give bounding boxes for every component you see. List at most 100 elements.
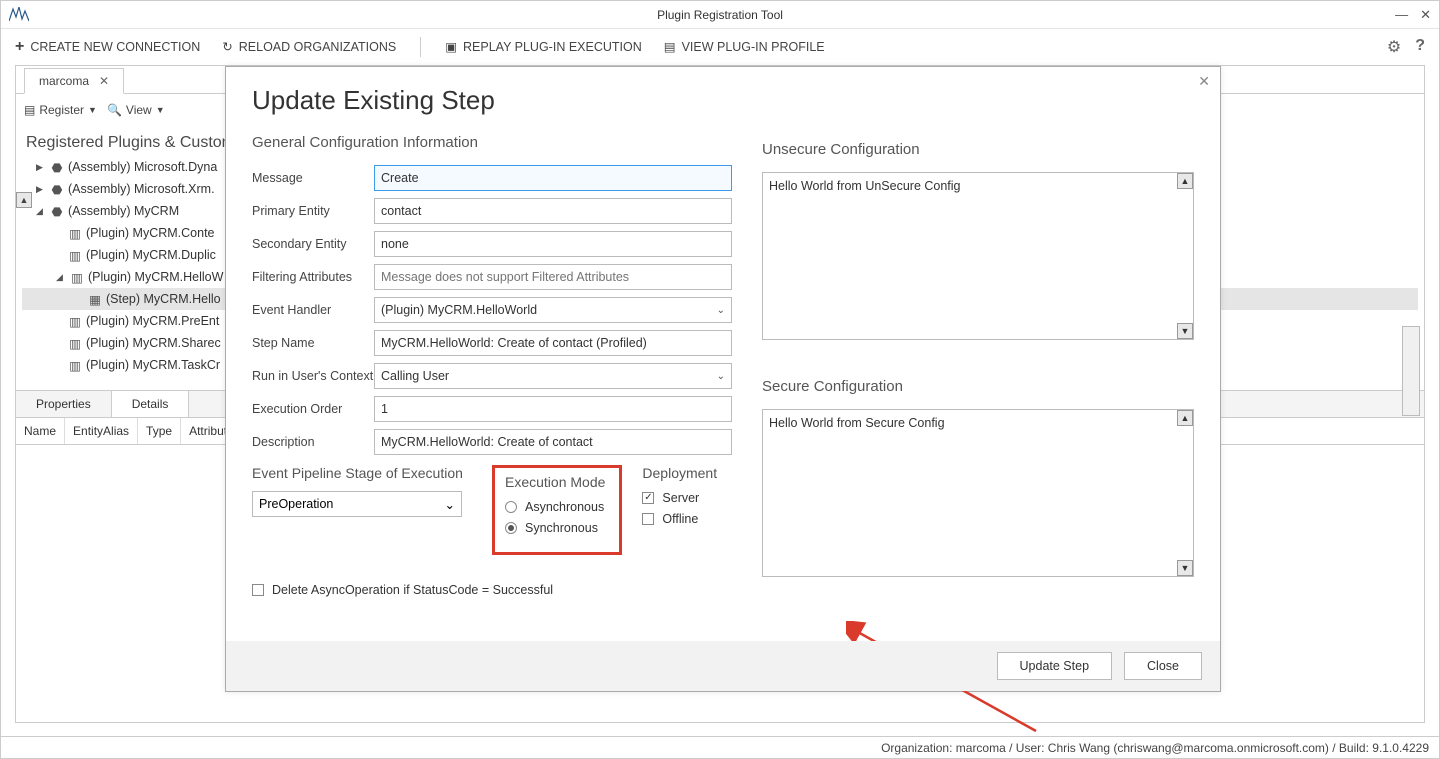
execution-order-label: Execution Order xyxy=(252,402,374,416)
description-input[interactable] xyxy=(374,429,732,455)
async-radio-row[interactable]: Asynchronous xyxy=(505,500,605,514)
radio-icon xyxy=(505,501,517,513)
checkbox-icon xyxy=(252,584,264,596)
plugin-icon: ▥ xyxy=(68,248,82,262)
delete-asyncop-row[interactable]: Delete AsyncOperation if StatusCode = Su… xyxy=(252,583,732,597)
checkbox-icon xyxy=(642,513,654,525)
scroll-down-icon[interactable]: ▼ xyxy=(1177,323,1193,339)
offline-checkbox-row[interactable]: Offline xyxy=(642,512,717,526)
org-tab[interactable]: marcoma ✕ xyxy=(24,68,124,94)
collapsed-icon: ▶ xyxy=(36,162,46,173)
register-icon: ▤ xyxy=(24,103,35,117)
tab-details[interactable]: Details xyxy=(112,391,190,417)
chevron-down-icon: ⌄ xyxy=(717,371,725,382)
chevron-down-icon: ⌄ xyxy=(717,305,725,316)
dialog-title: Update Existing Step xyxy=(252,85,732,116)
plugin-icon: ▥ xyxy=(68,314,82,328)
event-handler-label: Event Handler xyxy=(252,303,374,317)
step-name-label: Step Name xyxy=(252,336,374,350)
scroll-down-icon[interactable]: ▼ xyxy=(1177,560,1193,576)
tab-close-icon[interactable]: ✕ xyxy=(99,74,109,88)
secure-config-heading: Secure Configuration xyxy=(762,378,1194,395)
tab-properties[interactable]: Properties xyxy=(16,391,112,417)
user-context-select[interactable]: Calling User⌄ xyxy=(374,363,732,389)
checkbox-checked-icon: ✓ xyxy=(642,492,654,504)
col-name[interactable]: Name xyxy=(16,418,65,444)
view-dropdown[interactable]: 🔍 View ▼ xyxy=(107,103,165,117)
window-title: Plugin Registration Tool xyxy=(657,8,783,22)
collapsed-icon: ▶ xyxy=(36,184,46,195)
app-logo-icon xyxy=(9,7,29,23)
deployment-heading: Deployment xyxy=(642,465,717,481)
unsecure-config-heading: Unsecure Configuration xyxy=(762,141,1194,158)
step-icon: ▦ xyxy=(88,292,102,306)
secure-config-textarea[interactable]: Hello World from Secure Config ▲ ▼ xyxy=(762,409,1194,577)
replay-execution-button[interactable]: ▣ REPLAY PLUG-IN EXECUTION xyxy=(445,39,642,54)
separator xyxy=(420,37,421,57)
primary-entity-label: Primary Entity xyxy=(252,204,374,218)
execution-mode-highlight: Execution Mode Asynchronous Synchronous xyxy=(492,465,622,555)
primary-entity-input[interactable] xyxy=(374,198,732,224)
view-profile-button[interactable]: ▤ VIEW PLUG-IN PROFILE xyxy=(664,39,825,54)
user-context-label: Run in User's Context xyxy=(252,369,374,383)
chevron-down-icon: ▼ xyxy=(88,105,97,115)
secondary-entity-label: Secondary Entity xyxy=(252,237,374,251)
assembly-icon: ⬣ xyxy=(50,160,64,174)
minimize-icon[interactable]: — xyxy=(1395,7,1408,23)
reload-icon: ↻ xyxy=(222,39,232,54)
execution-order-input[interactable] xyxy=(374,396,732,422)
col-entityalias[interactable]: EntityAlias xyxy=(65,418,138,444)
main-toolbar: + CREATE NEW CONNECTION ↻ RELOAD ORGANIZ… xyxy=(1,29,1439,65)
dialog-close-icon[interactable]: ✕ xyxy=(1198,73,1210,90)
close-icon[interactable]: ✕ xyxy=(1420,7,1431,23)
statusbar: Organization: marcoma / User: Chris Wang… xyxy=(1,736,1439,758)
dialog-footer: Update Step Close xyxy=(226,641,1220,691)
pipeline-stage-heading: Event Pipeline Stage of Execution xyxy=(252,465,472,481)
plugin-icon: ▥ xyxy=(68,358,82,372)
event-handler-select[interactable]: (Plugin) MyCRM.HelloWorld⌄ xyxy=(374,297,732,323)
update-step-button[interactable]: Update Step xyxy=(997,652,1113,680)
update-step-dialog: ✕ Update Existing Step General Configura… xyxy=(225,66,1221,692)
create-connection-button[interactable]: + CREATE NEW CONNECTION xyxy=(15,38,200,56)
radio-selected-icon xyxy=(505,522,517,534)
server-checkbox-row[interactable]: ✓Server xyxy=(642,491,717,505)
tab-label: marcoma xyxy=(39,74,89,88)
help-icon[interactable]: ? xyxy=(1415,37,1425,57)
view-icon: 🔍 xyxy=(107,103,122,117)
chevron-down-icon: ⌄ xyxy=(445,497,455,512)
reload-organizations-button[interactable]: ↻ RELOAD ORGANIZATIONS xyxy=(222,39,396,54)
scroll-up-icon[interactable]: ▲ xyxy=(1177,410,1193,426)
plugin-icon: ▥ xyxy=(68,226,82,240)
assembly-icon: ⬣ xyxy=(50,204,64,218)
titlebar: Plugin Registration Tool — ✕ xyxy=(1,1,1439,29)
expanded-icon: ◢ xyxy=(36,206,46,217)
unsecure-config-textarea[interactable]: Hello World from UnSecure Config ▲ ▼ xyxy=(762,172,1194,340)
plugin-icon: ▥ xyxy=(68,336,82,350)
plus-icon: + xyxy=(15,38,24,56)
secondary-entity-input[interactable] xyxy=(374,231,732,257)
assembly-icon: ⬣ xyxy=(50,182,64,196)
message-label: Message xyxy=(252,171,374,185)
scroll-up-icon[interactable]: ▲ xyxy=(16,192,32,208)
filtering-attributes-input xyxy=(374,264,732,290)
play-icon: ▣ xyxy=(445,39,457,54)
scrollbar[interactable] xyxy=(1402,326,1420,416)
filtering-attributes-label: Filtering Attributes xyxy=(252,270,374,284)
step-name-input[interactable] xyxy=(374,330,732,356)
pipeline-stage-select[interactable]: PreOperation⌄ xyxy=(252,491,462,517)
description-label: Description xyxy=(252,435,374,449)
expanded-icon: ◢ xyxy=(56,272,66,283)
message-input[interactable] xyxy=(374,165,732,191)
gear-icon[interactable]: ⚙ xyxy=(1387,37,1401,57)
execution-mode-heading: Execution Mode xyxy=(505,474,605,490)
col-type[interactable]: Type xyxy=(138,418,181,444)
status-text: Organization: marcoma / User: Chris Wang… xyxy=(881,741,1429,755)
chevron-down-icon: ▼ xyxy=(156,105,165,115)
register-dropdown[interactable]: ▤ Register ▼ xyxy=(24,103,97,117)
scroll-up-icon[interactable]: ▲ xyxy=(1177,173,1193,189)
close-button[interactable]: Close xyxy=(1124,652,1202,680)
plugin-icon: ▥ xyxy=(70,270,84,284)
profile-icon: ▤ xyxy=(664,39,676,54)
general-config-heading: General Configuration Information xyxy=(252,134,732,151)
sync-radio-row[interactable]: Synchronous xyxy=(505,521,605,535)
